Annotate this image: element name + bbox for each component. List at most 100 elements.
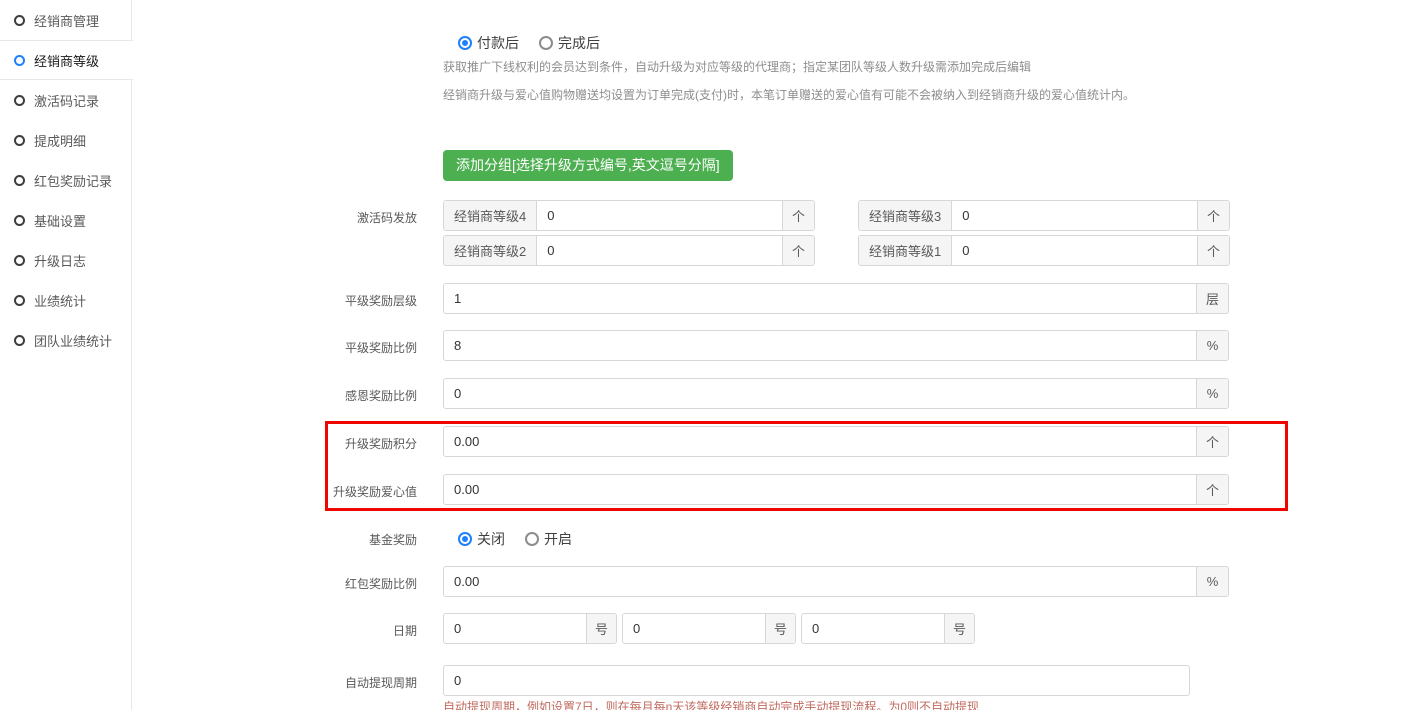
- sidebar: 经销商管理 经销商等级 激活码记录 提成明细 红包奖励记录 基础设置 升级日志 …: [0, 0, 132, 710]
- input-suffix-unit: 个: [1197, 236, 1229, 265]
- input-suffix-day: 号: [586, 614, 616, 643]
- fund-reward-radio-group: 关闭 开启: [458, 529, 572, 549]
- date-day-3-input[interactable]: [802, 614, 944, 643]
- sidebar-item-dealer-level[interactable]: 经销商等级: [0, 40, 133, 80]
- redpacket-reward-ratio-label: 红包奖励比例: [230, 575, 417, 592]
- input-suffix-percent: %: [1196, 379, 1228, 408]
- radio-fund-on[interactable]: 开启: [525, 529, 572, 549]
- input-suffix-percent: %: [1196, 567, 1228, 596]
- sidebar-item-label: 激活码记录: [34, 91, 99, 110]
- activation-group-level3: 经销商等级3 个: [858, 200, 1230, 231]
- sidebar-item-upgrade-log[interactable]: 升级日志: [0, 240, 131, 280]
- circle-icon: [14, 95, 25, 106]
- date-day-1-input[interactable]: [444, 614, 586, 643]
- upgrade-reward-love-input[interactable]: [444, 475, 1196, 504]
- sidebar-item-label: 经销商管理: [34, 11, 99, 30]
- redpacket-reward-ratio-group: %: [443, 566, 1229, 597]
- peer-reward-level-input[interactable]: [444, 284, 1196, 313]
- input-prefix: 经销商等级3: [859, 201, 952, 230]
- auto-withdraw-cycle-input[interactable]: [444, 666, 1189, 695]
- activation-level2-input[interactable]: [537, 236, 782, 265]
- input-suffix-percent: %: [1196, 331, 1228, 360]
- activation-level3-input[interactable]: [952, 201, 1197, 230]
- upgrade-mode-hint-1: 获取推广下线权利的会员达到条件，自动升级为对应等级的代理商；指定某团队等级人数升…: [443, 58, 1031, 75]
- radio-selected-icon: [458, 36, 472, 50]
- input-prefix: 经销商等级1: [859, 236, 952, 265]
- sidebar-item-label: 基础设置: [34, 211, 86, 230]
- input-suffix-unit: 个: [782, 236, 814, 265]
- circle-icon: [14, 15, 25, 26]
- date-day-2-input[interactable]: [623, 614, 765, 643]
- gratitude-reward-ratio-input[interactable]: [444, 379, 1196, 408]
- circle-icon: [14, 215, 25, 226]
- sidebar-item-label: 提成明细: [34, 131, 86, 150]
- sidebar-item-team-performance-stats[interactable]: 团队业绩统计: [0, 320, 131, 360]
- upgrade-reward-points-label: 升级奖励积分: [230, 435, 417, 452]
- sidebar-item-label: 升级日志: [34, 251, 86, 270]
- upgrade-reward-points-input[interactable]: [444, 427, 1196, 456]
- peer-reward-level-label: 平级奖励层级: [230, 292, 417, 309]
- gratitude-reward-ratio-label: 感恩奖励比例: [230, 387, 417, 404]
- upgrade-reward-points-group: 个: [443, 426, 1229, 457]
- radio-after-completion[interactable]: 完成后: [539, 33, 600, 53]
- peer-reward-ratio-label: 平级奖励比例: [230, 339, 417, 356]
- auto-withdraw-cycle-group: [443, 665, 1190, 696]
- sidebar-item-label: 经销商等级: [34, 51, 99, 70]
- activation-level4-input[interactable]: [537, 201, 782, 230]
- radio-label: 付款后: [477, 33, 519, 53]
- input-suffix-day: 号: [944, 614, 974, 643]
- input-suffix-unit: 个: [1196, 475, 1228, 504]
- circle-icon: [14, 135, 25, 146]
- radio-fund-off[interactable]: 关闭: [458, 529, 505, 549]
- radio-label: 完成后: [558, 33, 600, 53]
- activation-group-level4: 经销商等级4 个: [443, 200, 815, 231]
- radio-after-payment[interactable]: 付款后: [458, 33, 519, 53]
- sidebar-item-dealer-management[interactable]: 经销商管理: [0, 0, 131, 40]
- sidebar-item-redpacket-reward-records[interactable]: 红包奖励记录: [0, 160, 131, 200]
- circle-icon: [14, 335, 25, 346]
- circle-icon: [14, 55, 25, 66]
- circle-icon: [14, 255, 25, 266]
- sidebar-item-label: 红包奖励记录: [34, 171, 112, 190]
- sidebar-item-basic-settings[interactable]: 基础设置: [0, 200, 131, 240]
- radio-label: 关闭: [477, 529, 505, 549]
- input-suffix-unit: 个: [782, 201, 814, 230]
- sidebar-item-activation-code-records[interactable]: 激活码记录: [0, 80, 131, 120]
- circle-icon: [14, 175, 25, 186]
- upgrade-reward-love-group: 个: [443, 474, 1229, 505]
- input-prefix: 经销商等级2: [444, 236, 537, 265]
- sidebar-item-label: 业绩统计: [34, 291, 86, 310]
- peer-reward-ratio-group: %: [443, 330, 1229, 361]
- date-group-2: 号: [622, 613, 796, 644]
- input-suffix-day: 号: [765, 614, 795, 643]
- input-suffix-unit: 个: [1196, 427, 1228, 456]
- input-prefix: 经销商等级4: [444, 201, 537, 230]
- radio-label: 开启: [544, 529, 572, 549]
- upgrade-reward-love-label: 升级奖励爱心值: [230, 483, 417, 500]
- peer-reward-level-group: 层: [443, 283, 1229, 314]
- radio-unselected-icon: [525, 532, 539, 546]
- peer-reward-ratio-input[interactable]: [444, 331, 1196, 360]
- date-group-1: 号: [443, 613, 617, 644]
- sidebar-item-performance-stats[interactable]: 业绩统计: [0, 280, 131, 320]
- redpacket-reward-ratio-input[interactable]: [444, 567, 1196, 596]
- auto-withdraw-hint: 自动提现周期，例如设置7日，则在每月每n天该等级经销商自动完成手动提现流程。为0…: [443, 698, 979, 710]
- input-suffix-unit: 个: [1197, 201, 1229, 230]
- upgrade-mode-hint-2: 经销商升级与爱心值购物赠送均设置为订单完成(支付)时，本笔订单赠送的爱心值有可能…: [443, 86, 1135, 103]
- gratitude-reward-ratio-group: %: [443, 378, 1229, 409]
- date-label: 日期: [230, 622, 417, 639]
- add-group-button[interactable]: 添加分组[选择升级方式编号,英文逗号分隔]: [443, 150, 733, 181]
- fund-reward-label: 基金奖励: [230, 531, 417, 548]
- activation-group-level1: 经销商等级1 个: [858, 235, 1230, 266]
- activation-code-label: 激活码发放: [230, 209, 417, 226]
- sidebar-item-commission-detail[interactable]: 提成明细: [0, 120, 131, 160]
- circle-icon: [14, 295, 25, 306]
- auto-withdraw-cycle-label: 自动提现周期: [230, 674, 417, 691]
- activation-group-level2: 经销商等级2 个: [443, 235, 815, 266]
- sidebar-item-label: 团队业绩统计: [34, 331, 112, 350]
- activation-level1-input[interactable]: [952, 236, 1197, 265]
- input-suffix-layer: 层: [1196, 284, 1228, 313]
- upgrade-mode-radio-group: 付款后 完成后: [458, 33, 600, 53]
- radio-selected-icon: [458, 532, 472, 546]
- radio-unselected-icon: [539, 36, 553, 50]
